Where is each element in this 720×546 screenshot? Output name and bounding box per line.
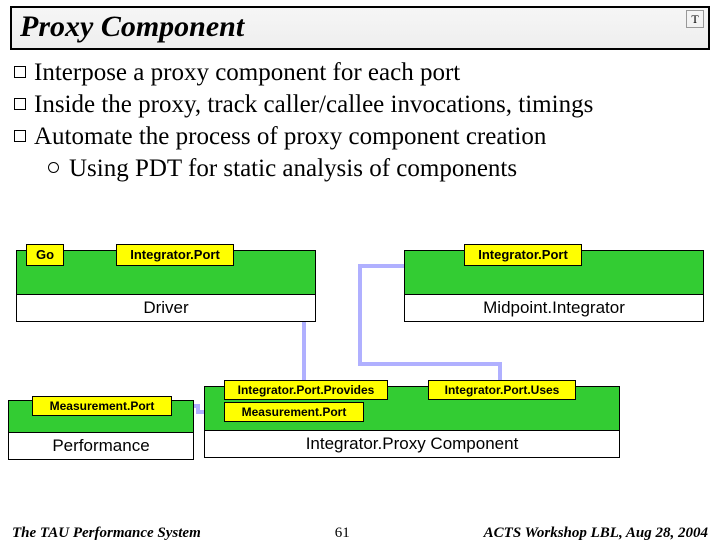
component-diagram: Driver Go Integrator.Port Midpoint.Integ… — [0, 240, 720, 510]
bullet-text: Interpose a proxy component for each por… — [34, 58, 460, 88]
sub-bullet-text: Using PDT for static analysis of compone… — [69, 154, 517, 184]
proxy-provides-port: Integrator.Port.Provides — [224, 380, 388, 400]
bullet-text: Inside the proxy, track caller/callee in… — [34, 90, 593, 120]
slide-title-box: Proxy Component T — [10, 6, 710, 50]
footer-page-number: 61 — [335, 525, 350, 542]
proxy-label: Integrator.Proxy Component — [204, 430, 620, 458]
bullet-text: Automate the process of proxy component … — [34, 122, 546, 152]
slide-title: Proxy Component — [20, 10, 700, 44]
footer-left: The TAU Performance System — [12, 525, 201, 542]
sub-bullet-item: Using PDT for static analysis of compone… — [48, 154, 706, 184]
square-bullet-icon — [14, 98, 26, 110]
proxy-uses-port: Integrator.Port.Uses — [428, 380, 576, 400]
footer-right: ACTS Workshop LBL, Aug 28, 2004 — [484, 525, 708, 542]
bullet-list: Interpose a proxy component for each por… — [14, 58, 706, 184]
midpoint-label: Midpoint.Integrator — [404, 294, 704, 322]
proxy-measurement-port: Measurement.Port — [224, 402, 364, 422]
square-bullet-icon — [14, 130, 26, 142]
midpoint-integrator-port: Integrator.Port — [464, 244, 582, 266]
performance-label: Performance — [8, 432, 194, 460]
driver-label: Driver — [16, 294, 316, 322]
driver-integrator-port: Integrator.Port — [116, 244, 234, 266]
performance-measurement-port: Measurement.Port — [32, 396, 172, 416]
square-bullet-icon — [14, 66, 26, 78]
circle-bullet-icon — [48, 162, 59, 173]
bullet-item: Interpose a proxy component for each por… — [14, 58, 706, 88]
driver-go-port: Go — [26, 244, 64, 266]
bullet-item: Automate the process of proxy component … — [14, 122, 706, 152]
slide-footer: The TAU Performance System 61 ACTS Works… — [0, 525, 720, 542]
bullet-item: Inside the proxy, track caller/callee in… — [14, 90, 706, 120]
tau-logo-icon: T — [686, 10, 704, 28]
